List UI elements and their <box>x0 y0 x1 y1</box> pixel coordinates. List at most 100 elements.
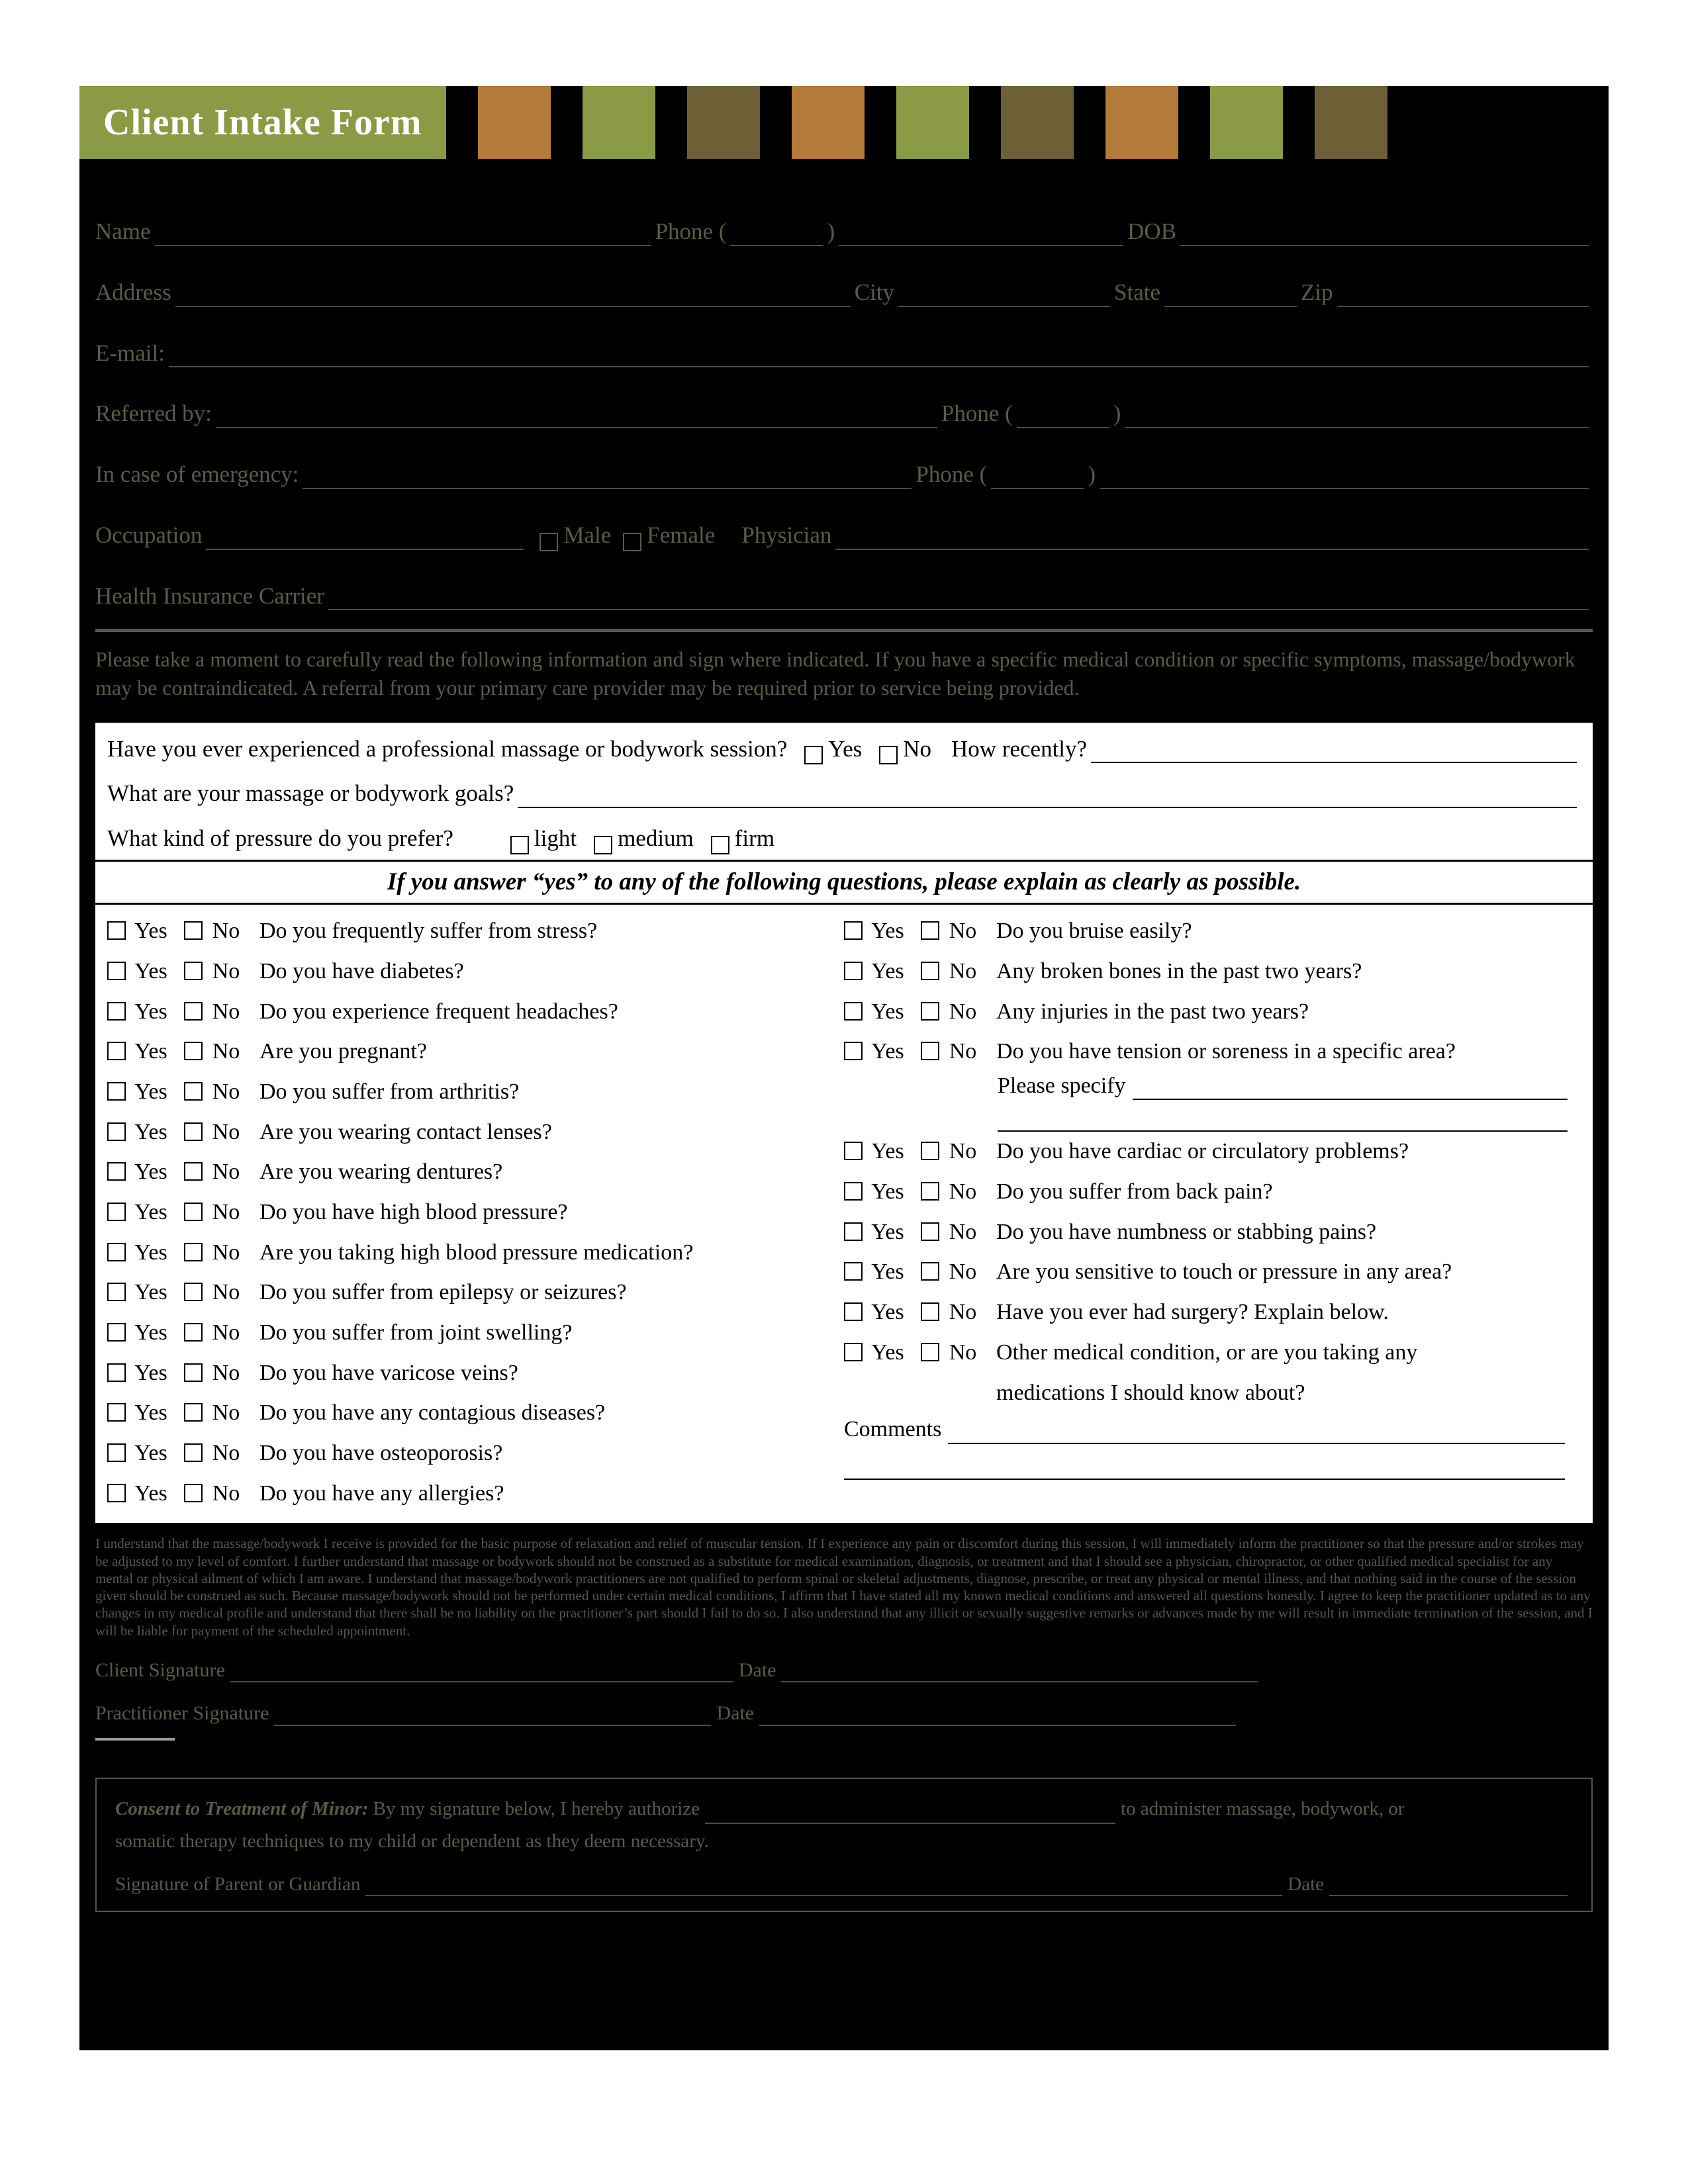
input-phone[interactable] <box>839 225 1123 246</box>
checkbox-no[interactable] <box>921 1142 939 1160</box>
input-physician[interactable] <box>835 529 1589 550</box>
input-emphone-area[interactable] <box>991 468 1084 489</box>
checkbox-yes[interactable] <box>107 1403 126 1422</box>
checkbox-no[interactable] <box>184 1203 203 1221</box>
label-em-phone: Phone ( <box>915 460 987 489</box>
input-specify-2[interactable] <box>998 1113 1568 1132</box>
input-emergency[interactable] <box>303 468 912 489</box>
checkbox-yes[interactable] <box>844 1002 863 1021</box>
checkbox-no[interactable] <box>184 1082 203 1101</box>
checkbox-yes[interactable] <box>107 1162 126 1181</box>
input-refphone-area[interactable] <box>1017 407 1109 428</box>
checkbox-q1-yes[interactable] <box>804 746 823 764</box>
checkbox-yes[interactable] <box>107 1323 126 1342</box>
checkbox-no[interactable] <box>921 1002 939 1021</box>
input-client-sig[interactable] <box>230 1664 733 1682</box>
checkbox-no[interactable] <box>184 1162 203 1181</box>
checkbox-no[interactable] <box>184 1403 203 1422</box>
checkbox-no[interactable] <box>184 921 203 940</box>
header-square-6 <box>1105 86 1178 159</box>
checkbox-yes[interactable] <box>107 1082 126 1101</box>
checkbox-yes[interactable] <box>107 1283 126 1301</box>
checkbox-yes[interactable] <box>107 1363 126 1382</box>
input-pract-sig[interactable] <box>274 1707 711 1726</box>
input-state[interactable] <box>1164 286 1297 307</box>
input-address[interactable] <box>175 286 851 307</box>
input-comments[interactable] <box>948 1426 1565 1444</box>
checkbox-yes[interactable] <box>844 962 863 980</box>
checkbox-firm[interactable] <box>711 836 729 854</box>
checkbox-medium[interactable] <box>594 836 612 854</box>
right-column: Yes NoDo you bruise easily? Yes NoAny br… <box>844 911 1581 1514</box>
input-referred[interactable] <box>216 407 937 428</box>
checkbox-no[interactable] <box>921 1042 939 1060</box>
header-square-5 <box>1001 86 1074 159</box>
checkbox-no[interactable] <box>184 1042 203 1060</box>
checkbox-light[interactable] <box>510 836 529 854</box>
checkbox-yes[interactable] <box>107 921 126 940</box>
checkbox-yes[interactable] <box>107 1243 126 1261</box>
question-row: Yes NoDo you have numbness or stabbing p… <box>844 1212 1581 1253</box>
checkbox-no[interactable] <box>921 1343 939 1361</box>
input-name[interactable] <box>155 225 651 246</box>
checkbox-yes[interactable] <box>107 1122 126 1141</box>
checkbox-yes[interactable] <box>844 1262 863 1281</box>
checkbox-no[interactable] <box>184 1323 203 1342</box>
fields-area: Name Phone ( ) DOB Address City State Zi… <box>95 217 1593 1912</box>
checkbox-female[interactable] <box>623 533 641 551</box>
checkbox-no[interactable] <box>184 1283 203 1301</box>
checkbox-q1-no[interactable] <box>879 746 898 764</box>
checkbox-no[interactable] <box>921 1222 939 1241</box>
input-occupation[interactable] <box>206 529 524 550</box>
checkbox-no[interactable] <box>184 1363 203 1382</box>
input-dob[interactable] <box>1180 225 1589 246</box>
row-email: E-mail: <box>95 339 1593 368</box>
question-row: Yes NoDo you suffer from joint swelling? <box>107 1313 844 1353</box>
input-pract-date[interactable] <box>759 1707 1236 1726</box>
question-text: Do you frequently suffer from stress? <box>259 914 844 949</box>
checkbox-yes[interactable] <box>107 1484 126 1502</box>
checkbox-no[interactable] <box>184 962 203 980</box>
input-zip[interactable] <box>1337 286 1589 307</box>
input-minor-auth[interactable] <box>705 1807 1115 1824</box>
input-email[interactable] <box>169 346 1589 367</box>
checkbox-no[interactable] <box>921 1262 939 1281</box>
input-minor-date[interactable] <box>1329 1879 1568 1896</box>
checkbox-no[interactable] <box>184 1443 203 1462</box>
checkbox-yes[interactable] <box>844 1142 863 1160</box>
checkbox-no[interactable] <box>921 921 939 940</box>
checkbox-male[interactable] <box>539 533 558 551</box>
checkbox-no[interactable] <box>921 1302 939 1321</box>
input-goals[interactable] <box>518 787 1577 808</box>
checkbox-yes[interactable] <box>107 1443 126 1462</box>
checkbox-no[interactable] <box>184 1122 203 1141</box>
input-city[interactable] <box>898 286 1110 307</box>
question-text: Have you ever had surgery? Explain below… <box>996 1295 1581 1330</box>
header-square-4 <box>896 86 969 159</box>
checkbox-no[interactable] <box>184 1243 203 1261</box>
input-hic[interactable] <box>328 589 1589 610</box>
checkbox-yes[interactable] <box>844 1222 863 1241</box>
input-emphone[interactable] <box>1100 468 1589 489</box>
input-recent[interactable] <box>1091 742 1577 763</box>
input-minor-sig[interactable] <box>365 1879 1282 1896</box>
input-phone-area[interactable] <box>730 225 823 246</box>
checkbox-yes[interactable] <box>844 1343 863 1361</box>
checkbox-yes[interactable] <box>844 1042 863 1060</box>
checkbox-yes[interactable] <box>107 1042 126 1060</box>
input-specify[interactable] <box>1133 1081 1568 1100</box>
checkbox-yes[interactable] <box>844 921 863 940</box>
checkbox-no[interactable] <box>921 962 939 980</box>
checkbox-yes[interactable] <box>107 1203 126 1221</box>
checkbox-yes[interactable] <box>107 1002 126 1021</box>
checkbox-no[interactable] <box>921 1182 939 1201</box>
checkbox-no[interactable] <box>184 1002 203 1021</box>
input-client-date[interactable] <box>781 1664 1258 1682</box>
checkbox-no[interactable] <box>184 1484 203 1502</box>
checkbox-yes[interactable] <box>844 1182 863 1201</box>
checkbox-yes[interactable] <box>107 962 126 980</box>
checkbox-yes[interactable] <box>844 1302 863 1321</box>
input-refphone[interactable] <box>1125 407 1589 428</box>
question-row: Yes NoAny injuries in the past two years… <box>844 992 1581 1032</box>
input-comments-2[interactable] <box>844 1452 1565 1480</box>
